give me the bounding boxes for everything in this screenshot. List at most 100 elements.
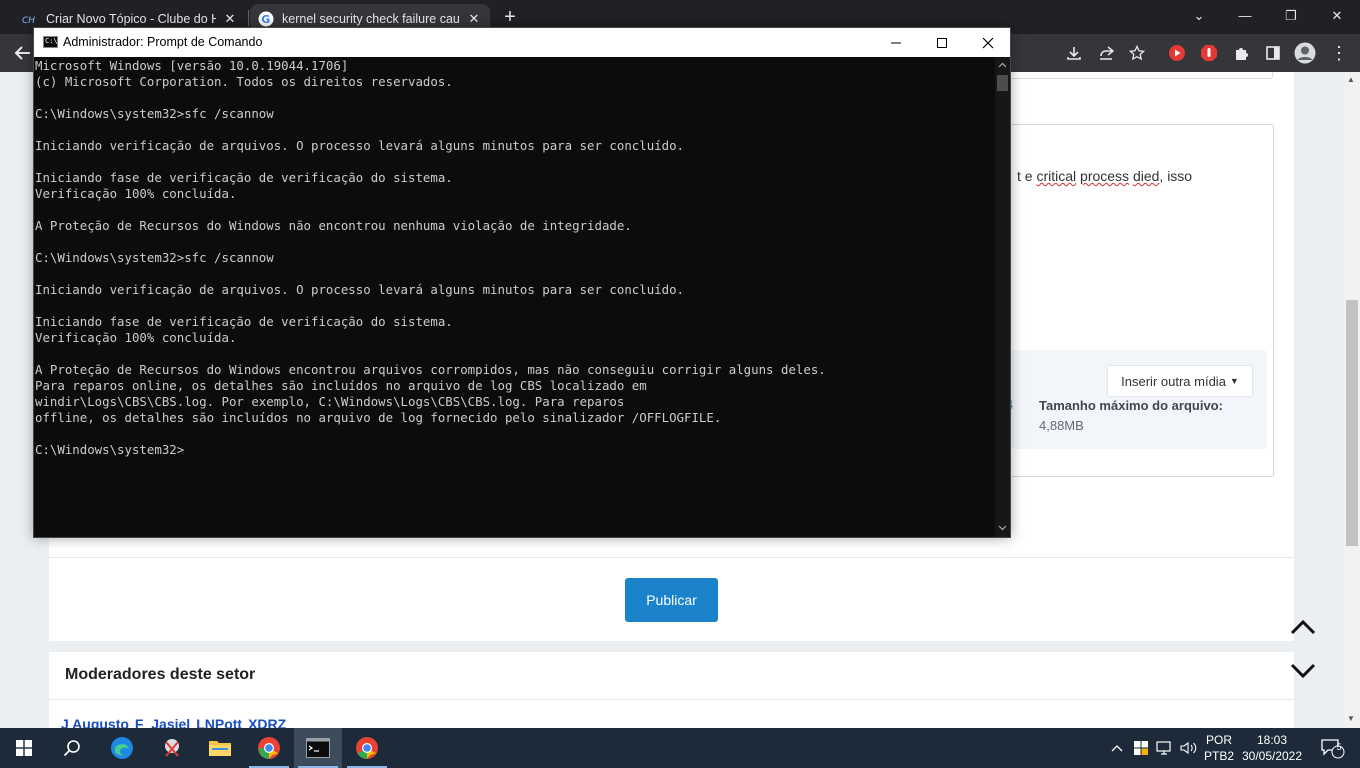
page-scroll-thumb[interactable] <box>1346 300 1358 546</box>
max-file-size-value: 4,88MB <box>1039 418 1084 433</box>
youtube-extension-icon[interactable] <box>1165 41 1189 65</box>
cmd-scroll-down-icon[interactable] <box>998 523 1007 532</box>
console-line: (c) Microsoft Corporation. Todos os dire… <box>35 74 453 89</box>
clock-time: 18:03 <box>1256 733 1288 747</box>
browser-minimize-button[interactable]: — <box>1222 4 1268 28</box>
download-icon[interactable] <box>1062 41 1086 65</box>
taskbar-edge[interactable] <box>98 728 146 768</box>
taskbar-file-explorer[interactable] <box>196 728 244 768</box>
moderator-link[interactable]: LNPott <box>196 716 242 728</box>
browser-menu-icon[interactable]: ⋮ <box>1327 41 1351 65</box>
windows-logo-icon <box>16 740 32 756</box>
console-line: Verificação 100% concluída. <box>35 330 237 345</box>
windows-security-icon[interactable] <box>1130 728 1152 768</box>
taskbar-chrome-2[interactable] <box>343 728 391 768</box>
console-line: C:\Windows\system32>sfc /scannow <box>35 250 274 265</box>
moderators-title: Moderadores deste setor <box>65 666 256 683</box>
tab-close-icon[interactable]: ✕ <box>222 11 238 27</box>
clube-do-hardware-favicon-icon: CH <box>22 11 38 27</box>
command-prompt-window[interactable]: C:\ Administrador: Prompt de Comando Mic… <box>33 27 1011 538</box>
browser-close-button[interactable]: ✕ <box>1314 4 1360 28</box>
insert-media-button[interactable]: Inserir outra mídia ▼ <box>1107 365 1253 397</box>
tab-search-chevron-icon[interactable]: ⌄ <box>1176 4 1222 28</box>
console-line: Iniciando verificação de arquivos. O pro… <box>35 282 685 297</box>
tab-title: kernel security check failure caus <box>282 12 460 26</box>
cmd-minimize-button[interactable] <box>873 28 919 57</box>
browser-restore-button[interactable]: ❐ <box>1268 4 1314 28</box>
moderator-link[interactable]: F_Jasiel <box>135 716 190 728</box>
network-icon[interactable] <box>1154 728 1176 768</box>
side-panel-icon[interactable] <box>1261 41 1285 65</box>
console-line: C:\Windows\system32>sfc /scannow <box>35 106 274 121</box>
clock-date: 30/05/2022 <box>1241 749 1303 763</box>
console-line: offline, os detalhes são incluídos no ar… <box>35 410 722 425</box>
system-clock[interactable]: 18:03 30/05/2022 <box>1240 732 1304 764</box>
cmd-scrollbar[interactable] <box>995 57 1010 537</box>
snipping-tool-icon <box>165 739 179 757</box>
tab-title: Criar Novo Tópico - Clube do Ha <box>46 12 216 26</box>
console-line: A Proteção de Recursos do Windows encont… <box>35 362 826 377</box>
start-button[interactable] <box>0 728 48 768</box>
publish-button[interactable]: Publicar <box>625 578 718 622</box>
tab-close-icon[interactable]: ✕ <box>466 11 482 27</box>
svg-text:G: G <box>261 13 270 26</box>
scroll-down-chevron-icon[interactable] <box>1289 656 1317 684</box>
moderators-list: J Augusto F_Jasiel LNPott XDRZ <box>61 716 286 728</box>
profile-avatar-icon[interactable] <box>1293 41 1317 65</box>
previous-field-box[interactable] <box>999 72 1273 79</box>
editor-word-process: process <box>1080 168 1130 184</box>
console-prompt-line[interactable]: C:\Windows\system32> <box>35 442 996 458</box>
bookmark-star-icon[interactable] <box>1125 41 1149 65</box>
page-scrollbar[interactable]: ▲ ▼ <box>1344 72 1360 728</box>
scroll-up-chevron-icon[interactable] <box>1289 614 1317 642</box>
input-language-indicator[interactable]: POR PTB2 <box>1200 732 1238 764</box>
console-line: windir\Logs\CBS\CBS.log. Por exemplo, C:… <box>35 394 625 409</box>
max-file-size-label: Tamanho máximo do arquivo: <box>1039 398 1223 413</box>
cmd-app-icon: C:\ <box>43 36 58 48</box>
cmd-scroll-up-icon[interactable] <box>998 61 1007 70</box>
taskbar-chrome-1[interactable] <box>245 728 293 768</box>
cmd-close-button[interactable] <box>965 28 1011 57</box>
share-icon[interactable] <box>1094 41 1118 65</box>
editor-text-visible: t e critical process died, isso <box>1017 168 1192 184</box>
cmd-scroll-thumb[interactable] <box>997 75 1008 91</box>
editor-text-prefix: t e <box>1017 168 1037 184</box>
back-arrow-icon[interactable] <box>10 41 34 65</box>
search-button[interactable] <box>48 728 96 768</box>
console-line: Iniciando fase de verificação de verific… <box>35 314 453 329</box>
moderator-link[interactable]: J Augusto <box>61 716 129 728</box>
cmd-console-output[interactable]: Microsoft Windows [versão 10.0.19044.170… <box>34 57 996 537</box>
taskbar-snipping-app[interactable] <box>148 728 196 768</box>
adblock-extension-icon[interactable] <box>1197 41 1221 65</box>
taskbar-command-prompt[interactable] <box>294 728 342 768</box>
console-line: Verificação 100% concluída. <box>35 186 237 201</box>
folder-icon <box>209 741 231 756</box>
editor-text-suffix: , isso <box>1159 168 1193 184</box>
tray-overflow-chevron-icon[interactable] <box>1106 728 1128 768</box>
console-line: Iniciando verificação de arquivos. O pro… <box>35 138 685 153</box>
divider <box>49 699 1294 700</box>
console-line: Microsoft Windows [versão 10.0.19044.170… <box>35 58 349 73</box>
cmd-titlebar[interactable]: C:\ Administrador: Prompt de Comando <box>34 28 1010 57</box>
new-tab-button[interactable]: + <box>499 6 521 28</box>
keyboard-layout: PTB2 <box>1203 749 1234 763</box>
notification-count: 5 <box>1336 742 1342 752</box>
scroll-up-arrow-icon[interactable]: ▲ <box>1347 75 1355 84</box>
volume-icon[interactable] <box>1178 728 1200 768</box>
google-icon: G <box>258 11 274 27</box>
extensions-puzzle-icon[interactable] <box>1230 41 1254 65</box>
notification-center-button[interactable]: 5 <box>1312 728 1352 768</box>
insert-media-label: Inserir outra mídia <box>1121 373 1226 389</box>
moderator-link[interactable]: XDRZ <box>248 716 286 728</box>
scroll-down-arrow-icon[interactable]: ▼ <box>1347 714 1355 723</box>
language-code: POR <box>1205 733 1232 747</box>
cmd-maximize-button[interactable] <box>919 28 965 57</box>
console-line: A Proteção de Recursos do Windows não en… <box>35 218 632 233</box>
